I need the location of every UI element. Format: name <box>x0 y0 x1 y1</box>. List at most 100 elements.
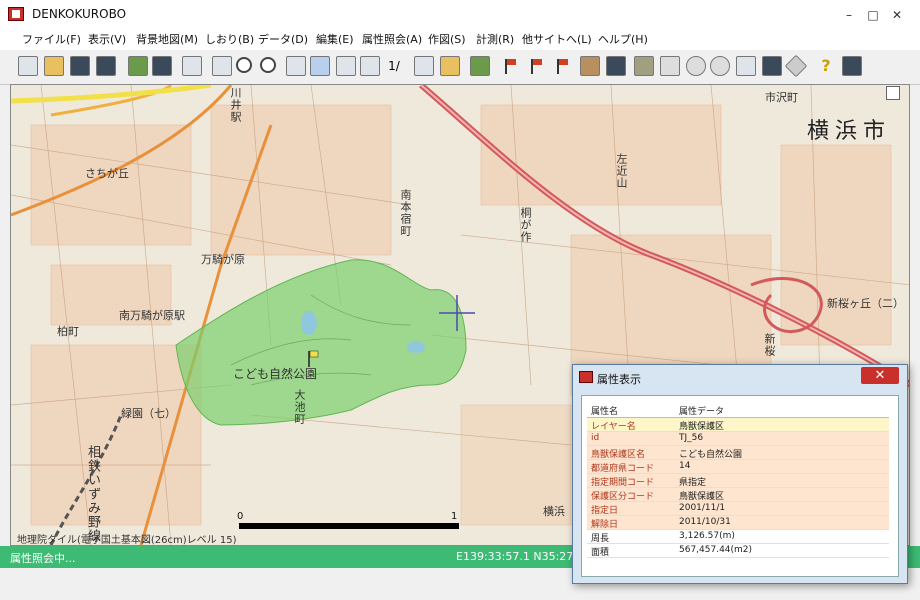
flag-icon[interactable] <box>500 56 520 76</box>
zoom-out-icon[interactable] <box>260 57 276 73</box>
menu-bar: ファイル(F) 表示(V) 背景地図(M) しおり(B) データ(D) 編集(E… <box>0 28 920 50</box>
redo-icon[interactable] <box>710 56 730 76</box>
copy-icon[interactable] <box>736 56 756 76</box>
table-row[interactable]: 鳥獣保護区名 こども自然公園 <box>587 446 889 460</box>
dialog-title-bar[interactable]: 属性表示 ✕ <box>573 365 907 389</box>
area-icon[interactable] <box>580 56 600 76</box>
menu-measure[interactable]: 計測(R) <box>476 31 514 47</box>
cell-value: 2011/10/31 <box>679 517 731 527</box>
ruler-icon[interactable] <box>440 56 460 76</box>
contour-icon[interactable] <box>470 56 490 76</box>
back-icon[interactable] <box>336 56 356 76</box>
menu-bookmarks[interactable]: しおり(B) <box>205 31 254 47</box>
menu-othersites[interactable]: 他サイトへ(L) <box>522 31 592 47</box>
new-icon[interactable] <box>18 56 38 76</box>
link-icon[interactable] <box>660 56 680 76</box>
cell-value: 鳥獣保護区 <box>679 492 725 502</box>
map-label-manki: 万騎が原 <box>201 253 245 266</box>
map-label-oike: 大池町 <box>293 389 306 425</box>
menu-draw[interactable]: 作図(S) <box>428 31 466 47</box>
cell-name: id <box>591 433 600 443</box>
toolbar: 1/ ? <box>0 50 920 85</box>
settings-icon[interactable] <box>842 56 862 76</box>
map-label-ichisawa: 市沢町 <box>765 91 798 104</box>
menu-file[interactable]: ファイル(F) <box>22 31 81 47</box>
paste-icon[interactable] <box>762 56 782 76</box>
cell-value: 鳥獣保護区 <box>679 422 725 432</box>
attribute-dialog[interactable]: 属性表示 ✕ 属性名 属性データ レイヤー名 鳥獣保護区 id TJ_56 鳥獣… <box>572 364 908 584</box>
map-label-shinsakura: 新桜ヶ丘（二） <box>827 297 904 310</box>
map-label-sotetsu: 相鉄いずみ野線 <box>85 445 100 543</box>
cell-name: 解除日 <box>591 520 619 530</box>
cell-name: 都道府県コード <box>591 464 655 474</box>
map-credit: 地理院タイル(電子国土基本図(26cm)レベル 15) <box>17 535 237 546</box>
forward-icon[interactable] <box>360 56 380 76</box>
help-icon[interactable]: ? <box>816 56 836 76</box>
zoom-in-icon[interactable] <box>236 57 252 73</box>
export-icon[interactable] <box>606 56 626 76</box>
pen-icon[interactable] <box>634 56 654 76</box>
cell-value: TJ_56 <box>679 433 704 443</box>
flag-delete-icon[interactable] <box>552 56 572 76</box>
cell-value: 3,126.57(m) <box>679 531 735 541</box>
map-label-midori: 緑園（七） <box>121 407 176 420</box>
cell-value: 県指定 <box>679 478 707 488</box>
scale-ratio-icon[interactable]: 1/ <box>384 56 404 76</box>
maximize-button[interactable]: □ <box>866 8 880 22</box>
open-folder-icon[interactable] <box>44 56 64 76</box>
table-header: 属性名 属性データ <box>587 401 889 418</box>
map-label-yokohama: 横浜 <box>543 505 565 518</box>
map-label-shinsakura2: 新桜 <box>763 333 776 357</box>
undo-icon[interactable] <box>686 56 706 76</box>
expand-icon[interactable] <box>886 86 900 100</box>
save-icon[interactable] <box>70 56 90 76</box>
status-text: 属性照会中... <box>10 552 76 565</box>
scale-start: 0 <box>237 511 244 522</box>
close-button[interactable]: ✕ <box>890 8 904 22</box>
table-row[interactable]: 周長 3,126.57(m) <box>587 530 889 544</box>
cell-value: 567,457.44(m2) <box>679 545 753 555</box>
table-row[interactable]: レイヤー名 鳥獣保護区 <box>587 418 889 432</box>
table-row[interactable]: 保護区分コード 鳥獣保護区 <box>587 488 889 502</box>
cell-value: こども自然公園 <box>679 450 743 460</box>
flag-edit-icon[interactable] <box>526 56 546 76</box>
dialog-app-icon <box>579 371 593 383</box>
map-label-kashiwa: 柏町 <box>57 325 79 338</box>
zoom-box-icon[interactable] <box>286 56 306 76</box>
cell-name: 保護区分コード <box>591 492 655 502</box>
table-row[interactable]: 指定期間コード 県指定 <box>587 474 889 488</box>
menu-help[interactable]: ヘルプ(H) <box>598 31 648 47</box>
basemap-icon[interactable] <box>128 56 148 76</box>
fit-icon[interactable] <box>212 56 232 76</box>
table-row[interactable]: 解除日 2011/10/31 <box>587 516 889 530</box>
table-row[interactable]: 指定日 2001/11/1 <box>587 502 889 516</box>
header-attribute-name: 属性名 <box>591 407 619 417</box>
scale-end: 1 <box>451 511 458 522</box>
menu-attribute[interactable]: 属性照会(A) <box>362 31 422 47</box>
height-icon[interactable] <box>414 56 434 76</box>
menu-basemap[interactable]: 背景地図(M) <box>136 31 198 47</box>
window-title: DENKOKUROBO <box>32 7 127 21</box>
menu-data[interactable]: データ(D) <box>258 31 308 47</box>
status-coordinates: E139:33:57.1 N35:27:44 <box>456 550 591 563</box>
dialog-close-button[interactable]: ✕ <box>861 367 899 384</box>
app-window: DENKOKUROBO – □ ✕ ファイル(F) 表示(V) 背景地図(M) … <box>0 0 920 600</box>
eraser-icon[interactable] <box>784 54 808 78</box>
pan-hand-icon[interactable] <box>310 56 330 76</box>
cell-name: 面積 <box>591 548 610 558</box>
menu-view[interactable]: 表示(V) <box>88 31 126 47</box>
table-row[interactable]: 面積 567,457.44(m2) <box>587 544 889 558</box>
print-icon[interactable] <box>182 56 202 76</box>
menu-edit[interactable]: 編集(E) <box>316 31 354 47</box>
map-label-yokohama-city: 横浜市 <box>807 119 892 144</box>
layer-icon[interactable] <box>152 56 172 76</box>
cell-value: 2001/11/1 <box>679 503 726 513</box>
save-as-icon[interactable] <box>96 56 116 76</box>
minimize-button[interactable]: – <box>842 8 856 22</box>
table-row[interactable]: 都道府県コード 14 <box>587 460 889 474</box>
dialog-title: 属性表示 <box>597 373 641 386</box>
map-label-minami-station: 南万騎が原駅 <box>119 309 185 322</box>
app-icon <box>8 7 24 21</box>
table-row[interactable]: id TJ_56 <box>587 432 889 446</box>
map-label-sakon: 左近山 <box>615 153 628 189</box>
